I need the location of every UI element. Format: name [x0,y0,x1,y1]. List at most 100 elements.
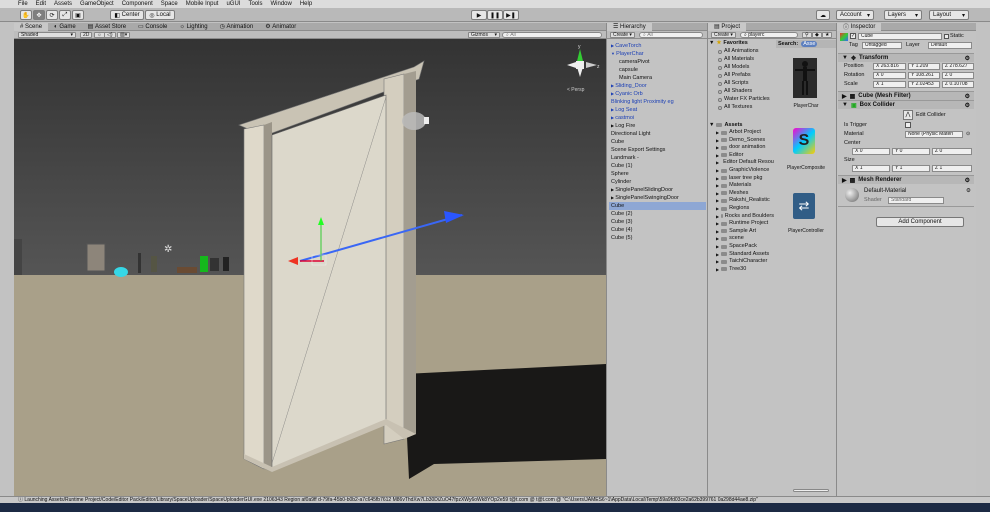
hierarchy-item[interactable]: ▶ SinglePanelSlidingDoor [609,186,706,194]
hierarchy-item[interactable]: ▼ PlayerChar [609,50,706,58]
gear-icon[interactable]: ⚙ [965,93,970,100]
icon-size-slider[interactable] [793,489,829,492]
layout-dropdown[interactable]: Layout ▾ [929,10,969,20]
chevron-right-icon[interactable]: ▶ [716,220,719,227]
add-component-button[interactable]: Add Component [876,217,964,227]
hierarchy-item[interactable]: ▶ Sliding_Door [609,82,706,90]
asset-folder-item[interactable]: ▶ Regions [716,205,774,212]
physic-material-field[interactable]: None (Physic Materi [905,131,963,138]
chevron-right-icon[interactable]: ▶ [716,137,719,144]
favorite-item[interactable]: All Textures [718,104,752,111]
hierarchy-item[interactable]: Blinking light Proximity eg [609,98,706,106]
hierarchy-item[interactable]: Cube (2) [609,210,706,218]
hierarchy-item[interactable]: ▶ CaveTorch [609,42,706,50]
chevron-right-icon[interactable]: ▶ [716,129,719,136]
menu-item-mobile-input[interactable]: Mobile Input [186,1,219,7]
asset-folder-item[interactable]: ▶ Meshes [716,190,774,197]
favorite-item[interactable]: All Materials [718,56,754,63]
hierarchy-item[interactable]: ▶ SinglePanelSwingingDoor [609,194,706,202]
chevron-right-icon[interactable]: ▶ [716,182,719,189]
hierarchy-item[interactable]: Scene Export Settings [609,146,706,154]
asset-folder-item[interactable]: ▶ SpacePack [716,243,774,250]
tab-console[interactable]: ▭ Console [132,23,173,31]
hierarchy-item[interactable]: Cylinder [609,178,706,186]
edit-collider-button[interactable]: ⋀ [903,110,913,120]
gear-icon[interactable]: ⚙ [965,102,970,109]
tab-scene[interactable]: # Scene [14,22,49,31]
scene-viewport[interactable]: ✲ z y < Persp [14,39,606,496]
asset-folder-item[interactable]: ▶ Materials [716,182,774,189]
pivot-toggle[interactable]: ◧ Center [110,10,144,20]
menu-item-file[interactable]: File [18,1,28,7]
asset-folder-item[interactable]: ▶ Standard Assets [716,251,774,258]
hierarchy-item[interactable]: Landmark - [609,154,706,162]
favorites-header[interactable]: ▼ ★ Favorites [709,40,775,46]
asset-folder-item[interactable]: ▶ TaichiCharacter [716,258,774,265]
chevron-right-icon[interactable]: ▶ [716,235,719,242]
static-toggle[interactable]: Static [944,32,964,40]
asset-folder-item[interactable]: ▶ laser tree pkg [716,175,774,182]
asset-folder-item[interactable]: ▶ door animation [716,144,774,151]
rotation-y-field[interactable]: Y 108.261 [908,72,940,79]
chevron-right-icon[interactable]: ▶ [716,213,719,220]
move-tool-button[interactable]: ✥ [33,10,45,20]
chevron-right-icon[interactable]: ▶ [716,190,719,197]
hierarchy-item[interactable]: ▶ Log Seat [609,106,706,114]
box-collider-header[interactable]: ▼ ▣ Box Collider ⚙ [838,100,974,109]
favorite-item[interactable]: All Shaders [718,88,752,95]
layers-dropdown[interactable]: Layers ▾ [884,10,922,20]
shading-dropdown[interactable]: Shaded ▾ [18,32,76,38]
asset-folder-item[interactable]: ▶ Tree30 [716,266,774,273]
hierarchy-item[interactable]: Main Camera [609,74,706,82]
object-name-field[interactable]: Cube [858,33,942,40]
chevron-right-icon[interactable]: ▶ [716,258,719,265]
asset-folder-item[interactable]: ▶ GraphicViolence [716,167,774,174]
menu-item-space[interactable]: Space [161,1,178,7]
asset-folder-item[interactable]: ▶ Sample Art [716,228,774,235]
gizmos-dropdown[interactable]: Gizmos ▾ [468,32,500,38]
chevron-right-icon[interactable]: ▶ [716,205,719,212]
tab-asset-store[interactable]: ▤ Asset Store [82,23,132,31]
account-dropdown[interactable]: Account ▾ [836,10,874,20]
object-picker-icon[interactable]: ⊙ [966,131,970,137]
chevron-right-icon[interactable]: ▶ [716,144,719,151]
chevron-right-icon[interactable]: ▶ [716,167,719,174]
favorite-item[interactable]: All Models [718,64,749,71]
filter-label-button[interactable]: ◆ [812,32,822,38]
gear-icon[interactable]: ⚙ [965,55,970,62]
asset-folder-item[interactable]: ▶ Rocks and Boulders [716,213,774,220]
chevron-right-icon[interactable]: ▶ [716,152,719,159]
hierarchy-search-input[interactable]: ⌕ All [639,32,703,38]
hierarchy-item[interactable]: ▶ Log Fire [609,122,706,130]
position-z-field[interactable]: Z 278.627 [942,63,974,70]
menu-item-help[interactable]: Help [300,1,312,7]
gear-icon[interactable]: ⚙ [966,188,971,194]
hand-tool-button[interactable]: ✋ [20,10,32,20]
result-playerchar[interactable] [785,56,825,100]
asset-folder-item[interactable]: ▶ Rakshi_Realistic [716,197,774,204]
tab-animator[interactable]: ⚙ Animator [259,23,302,31]
hierarchy-item[interactable]: ▶ Cyanic Orb [609,90,706,98]
audio-toggle[interactable]: ◁) [104,32,116,38]
hierarchy-item[interactable]: Directional Light [609,130,706,138]
favorite-item[interactable]: All Prefabs [718,72,751,79]
active-checkbox[interactable]: ✓ [850,33,856,39]
filter-type-button[interactable]: ⚲ [802,32,812,38]
chevron-right-icon[interactable]: ▶ [716,243,719,250]
hierarchy-item[interactable]: Sphere [609,170,706,178]
tab-project[interactable]: ▤ Project [708,22,747,31]
hierarchy-item[interactable]: Cube (3) [609,218,706,226]
position-x-field[interactable]: X 263.816 [873,63,906,70]
center-y-field[interactable]: Y 0 [892,148,930,155]
chevron-right-icon[interactable]: ▶ [716,159,719,166]
lighting-toggle[interactable]: ☼ [94,32,105,38]
menu-item-gameobject[interactable]: GameObject [80,1,114,7]
tab-animation[interactable]: ◷ Animation [214,23,260,31]
cloud-button[interactable]: ☁ [816,10,830,20]
rotation-x-field[interactable]: X 0 [873,72,906,79]
mesh-renderer-header[interactable]: ▶ ▩ Mesh Renderer ⚙ [838,175,974,184]
perspective-label[interactable]: < Persp [567,87,585,93]
menu-item-component[interactable]: Component [122,1,153,7]
rotate-tool-button[interactable]: ⟳ [46,10,58,20]
chevron-right-icon[interactable]: ▶ [716,197,719,204]
